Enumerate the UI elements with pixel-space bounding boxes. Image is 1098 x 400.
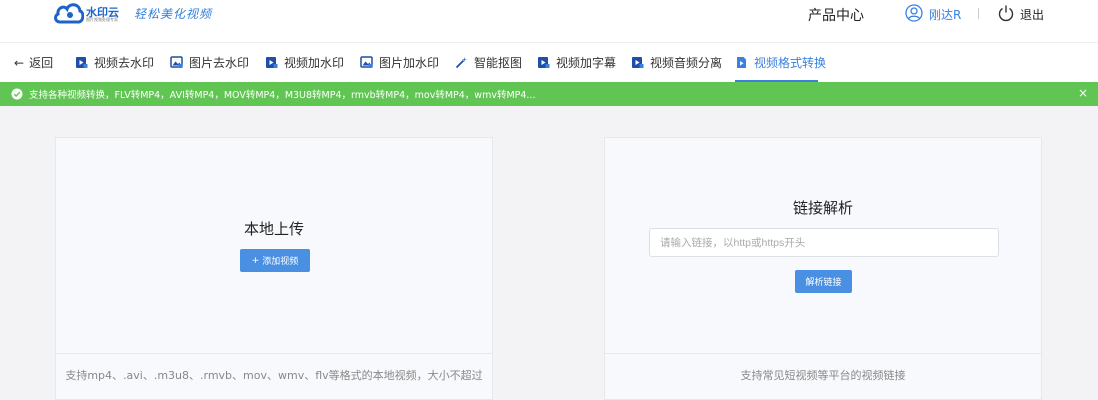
- parse-link-button[interactable]: 解析链接: [795, 270, 852, 293]
- local-upload-card: 本地上传 + 添加视频 支持mp4、.avi、.m3u8、.rmvb、mov、w…: [55, 137, 493, 400]
- header-divider: [978, 8, 979, 19]
- product-center-link[interactable]: 产品中心: [808, 5, 864, 25]
- local-upload-hint: 支持mp4、.avi、.m3u8、.rmvb、mov、wmv、flv等格式的本地…: [56, 353, 492, 400]
- tab-label: 视频加水印: [284, 56, 345, 70]
- notice-text: 支持各种视频转换，FLV转MP4，AVI转MP4，MOV转MP4，M3U8转MP…: [29, 90, 536, 101]
- user-name-link[interactable]: 刚达R: [929, 6, 961, 23]
- notice-bar: 支持各种视频转换，FLV转MP4，AVI转MP4，MOV转MP4，M3U8转MP…: [0, 82, 1098, 106]
- add-video-label: 添加视频: [262, 257, 299, 267]
- local-upload-title: 本地上传: [243, 220, 304, 238]
- tab-video-remove-watermark[interactable]: 视频去水印: [75, 54, 154, 71]
- tab-label: 图片加水印: [379, 56, 440, 70]
- tab-label: 视频格式转换: [754, 56, 827, 70]
- tab-label: 视频加字幕: [556, 56, 617, 70]
- add-video-button[interactable]: + 添加视频: [240, 249, 310, 272]
- back-button[interactable]: ← 返回: [14, 54, 53, 71]
- logo[interactable]: 水印云 图片视频处理专家 轻松美化视频: [54, 0, 214, 26]
- logout-button[interactable]: 退出: [1020, 6, 1044, 23]
- tab-label: 视频去水印: [94, 56, 155, 70]
- plus-icon: +: [251, 255, 260, 266]
- user-icon[interactable]: [905, 4, 923, 22]
- link-parse-card: 链接解析 解析链接 支持常见短视频等平台的视频链接: [604, 137, 1042, 400]
- image-icon: [170, 56, 183, 68]
- back-label: 返回: [29, 56, 54, 70]
- logo-subtitle: 图片视频处理专家: [86, 17, 118, 22]
- link-input[interactable]: [649, 228, 999, 257]
- tab-video-add-subtitles[interactable]: 视频加字幕: [537, 54, 616, 71]
- top-header: 水印云 图片视频处理专家 轻松美化视频 产品中心 刚达R 退出: [0, 0, 1098, 42]
- arrow-left-icon: ←: [14, 55, 25, 70]
- link-parse-hint: 支持常见短视频等平台的视频链接: [605, 353, 1041, 400]
- logo-slogan: 轻松美化视频: [134, 7, 213, 21]
- tab-smart-cutout[interactable]: 智能抠图: [455, 54, 522, 71]
- tab-label: 图片去水印: [189, 56, 250, 70]
- video-icon: [538, 57, 550, 68]
- close-icon[interactable]: ×: [1078, 86, 1088, 100]
- tab-image-remove-watermark[interactable]: 图片去水印: [170, 54, 249, 71]
- cloud-logo-icon: [54, 3, 84, 24]
- tab-video-add-watermark[interactable]: 视频加水印: [265, 54, 344, 71]
- video-icon: [266, 57, 278, 68]
- tab-video-format-convert[interactable]: 视频格式转换: [735, 54, 826, 71]
- magic-wand-icon: [455, 57, 467, 69]
- video-icon: [632, 57, 644, 68]
- power-icon[interactable]: [997, 4, 1015, 22]
- check-circle-icon: [11, 88, 23, 100]
- tab-label: 视频音频分离: [650, 56, 723, 70]
- link-parse-title: 链接解析: [792, 199, 853, 217]
- tool-tab-bar: ← 返回 视频去水印 图片去水印 视频加水印 图片加水印 智能抠图 视频加字幕 …: [0, 42, 1098, 82]
- tab-image-add-watermark[interactable]: 图片加水印: [360, 54, 439, 71]
- tab-label: 智能抠图: [474, 56, 523, 70]
- file-video-icon: [737, 57, 746, 68]
- tab-video-audio-separation[interactable]: 视频音频分离: [631, 54, 722, 71]
- image-icon: [360, 56, 373, 68]
- video-icon: [76, 57, 88, 68]
